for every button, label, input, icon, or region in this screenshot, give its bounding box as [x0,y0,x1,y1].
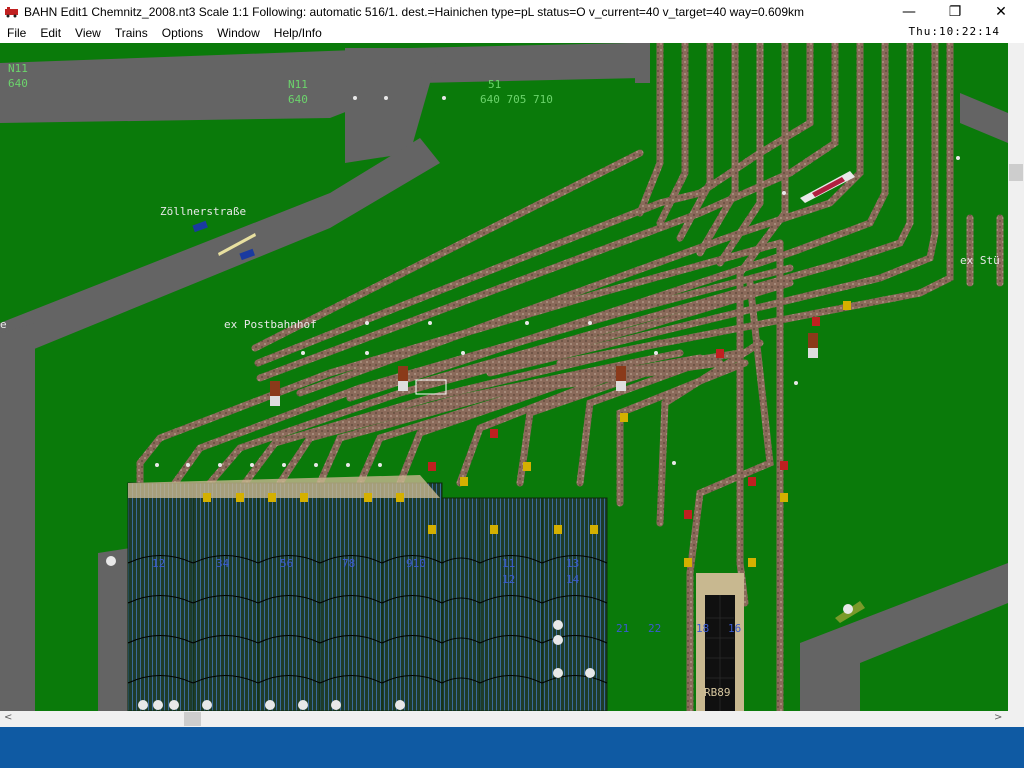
platform-number: 21 [616,622,629,635]
menu-file[interactable]: File [0,26,33,40]
platform-number: 910 [406,557,426,570]
platform-number: 13 [566,557,579,570]
app-icon [5,6,18,17]
menu-help-info[interactable]: Help/Info [267,26,329,40]
lamp-signals [155,96,960,467]
horizontal-scroll-thumb[interactable] [184,712,201,726]
platform-number: 16 [728,622,741,635]
label-zoellnerstrasse: Zöllnerstraße [160,205,246,218]
menu-view[interactable]: View [68,26,108,40]
menu-edit[interactable]: Edit [33,26,68,40]
platform-number: 78 [342,557,355,570]
label-n11-mid-num: 640 [288,93,308,106]
title-bar: BAHN Edit1 Chemnitz_2008.nt3 Scale 1:1 F… [0,0,1024,23]
platform-number: 12 [152,557,165,570]
maximize-button[interactable]: ❐ [932,0,978,23]
vertical-scrollbar[interactable] [1008,43,1024,711]
scrollbar-corner [1008,711,1024,727]
scroll-left-arrow[interactable]: < [4,712,12,723]
platform-number: 56 [280,557,293,570]
menu-trains[interactable]: Trains [108,26,155,40]
label-n11-mid: N11 [288,78,308,91]
label-postbahnhof: ex Postbahnhof [224,318,317,331]
label-left-edge: e [0,318,7,331]
label-n11-left: N11 [8,62,28,75]
label-n11-left-num: 640 [8,77,28,90]
taskbar [0,727,1024,768]
menu-bar: File Edit View Trains Options Window Hel… [0,23,1024,43]
sim-clock: Thu:10:22:14 [908,25,1000,38]
horizontal-scrollbar[interactable]: < > [0,711,1008,727]
label-ex-stue: ex Stü [960,254,1000,267]
platform-number: 12 [502,573,515,586]
label-line-51: 51 [488,78,501,91]
scroll-right-arrow[interactable]: > [994,712,1002,723]
platform-number: 18 [696,622,709,635]
menu-options[interactable]: Options [155,26,210,40]
label-line-51-nums: 640 705 710 [480,93,553,106]
map-canvas[interactable]: N11 640 N11 640 51 640 705 710 Zöllnerst… [0,43,1008,711]
platform-number: 14 [566,573,580,586]
vertical-scroll-thumb[interactable] [1009,164,1023,181]
platform-number: 22 [648,622,661,635]
platform-number: 34 [216,557,230,570]
menu-window[interactable]: Window [210,26,267,40]
track-layout[interactable]: N11 640 N11 640 51 640 705 710 Zöllnerst… [0,43,1008,711]
platform-number: 11 [502,557,515,570]
label-rb89: RB89 [704,686,731,699]
minimize-button[interactable]: — [886,0,932,23]
close-button[interactable]: ✕ [978,0,1024,23]
window-title: BAHN Edit1 Chemnitz_2008.nt3 Scale 1:1 F… [24,4,805,19]
